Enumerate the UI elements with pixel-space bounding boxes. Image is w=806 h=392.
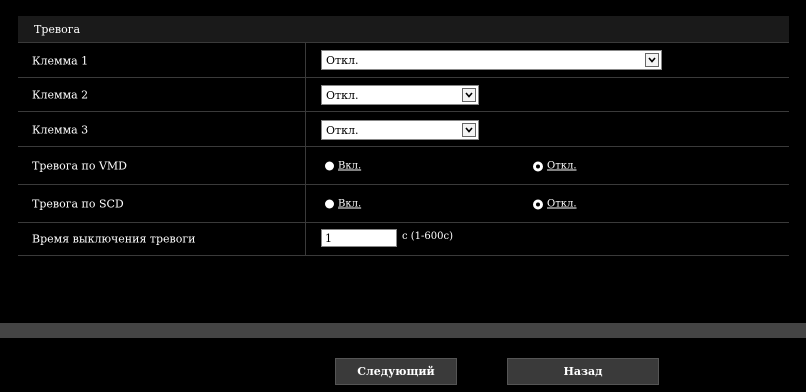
- alarm-settings-panel: Тревога Клемма 1 Откл. Клемма 2 Откл. Кл…: [18, 16, 789, 291]
- scd-on-label[interactable]: Вкл.: [338, 199, 361, 210]
- terminal3-value: Откл.: [326, 124, 359, 137]
- vmd-label: Тревога по VMD: [32, 159, 127, 173]
- terminal2-select[interactable]: Откл.: [321, 85, 479, 105]
- next-button[interactable]: Следующий: [335, 358, 457, 385]
- vmd-off-label[interactable]: Откл.: [547, 161, 577, 172]
- radio-checked[interactable]: [533, 199, 543, 209]
- off-time-input[interactable]: 1: [321, 229, 397, 247]
- section-title: Тревога: [34, 23, 81, 36]
- terminal2-label: Клемма 2: [32, 88, 89, 102]
- vmd-on-label[interactable]: Вкл.: [338, 161, 361, 172]
- row-vmd-alarm: Тревога по VMD Вкл. Откл.: [18, 146, 789, 185]
- terminal1-select[interactable]: Откл.: [321, 50, 662, 70]
- row-terminal3: Клемма 3 Откл.: [18, 111, 789, 147]
- chevron-down-icon: [462, 88, 476, 102]
- scd-label: Тревога по SCD: [32, 197, 124, 211]
- terminal3-label: Клемма 3: [32, 123, 89, 136]
- vmd-off-option[interactable]: Откл.: [533, 161, 577, 172]
- vmd-on-option[interactable]: Вкл.: [325, 161, 361, 172]
- row-alarm-off-time: Время выключения тревоги 1 с (1-600с): [18, 222, 789, 256]
- off-time-value: 1: [325, 232, 332, 245]
- radio-unchecked[interactable]: [325, 199, 334, 209]
- scd-off-label[interactable]: Откл.: [547, 199, 577, 210]
- off-time-unit: с (1-600с): [402, 231, 454, 242]
- separator-bar: [0, 323, 806, 338]
- terminal3-select[interactable]: Откл.: [321, 120, 479, 140]
- section-header: Тревога: [18, 16, 789, 42]
- chevron-down-icon: [645, 53, 659, 67]
- row-scd-alarm: Тревога по SCD Вкл. Откл.: [18, 184, 789, 223]
- terminal1-label: Клемма 1: [32, 54, 89, 67]
- off-time-label: Время выключения тревоги: [32, 232, 196, 246]
- terminal2-value: Откл.: [326, 89, 359, 102]
- back-button[interactable]: Назад: [507, 358, 659, 385]
- terminal1-value: Откл.: [326, 54, 359, 67]
- row-terminal2: Клемма 2 Откл.: [18, 77, 789, 112]
- scd-off-option[interactable]: Откл.: [533, 199, 577, 210]
- scd-on-option[interactable]: Вкл.: [325, 199, 361, 210]
- chevron-down-icon: [462, 123, 476, 137]
- row-terminal1: Клемма 1 Откл.: [18, 42, 789, 78]
- radio-unchecked[interactable]: [325, 161, 334, 171]
- radio-checked[interactable]: [533, 161, 543, 171]
